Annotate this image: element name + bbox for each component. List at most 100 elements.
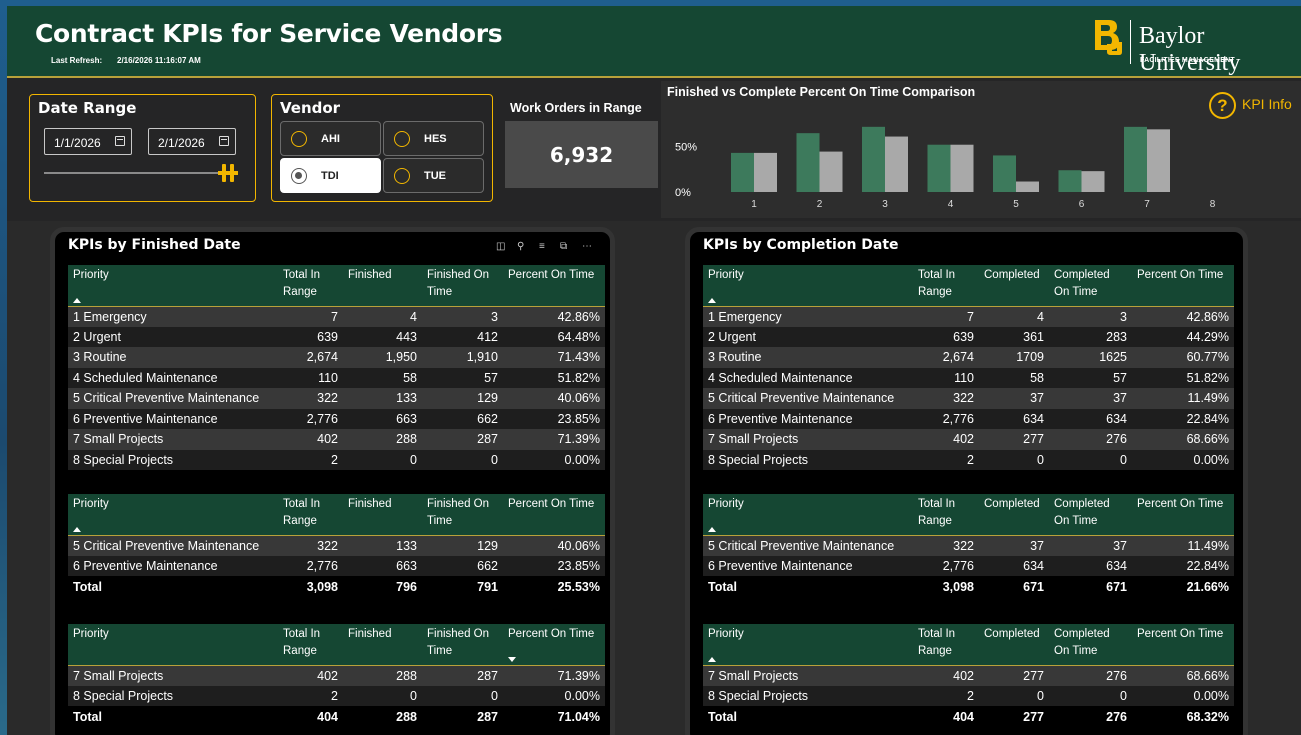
vendor-option-tue[interactable]: TUE [383, 158, 484, 193]
vendor-option-ahi[interactable]: AHI [280, 121, 381, 156]
table-row[interactable]: 5 Critical Preventive Maintenance 322 37 37… [703, 535, 1234, 556]
table-row[interactable]: 7 Small Projects 402 288 287 71.39% [68, 665, 605, 686]
vendor-option-label: AHI [321, 133, 340, 145]
table-row[interactable]: 6 Preventive Maintenance 2,776 634 634 22.84… [703, 555, 1234, 576]
calendar-icon[interactable] [115, 136, 125, 146]
column-header[interactable]: Total In Range [278, 494, 343, 536]
column-header[interactable]: Priority [68, 265, 278, 307]
sort-ascending-icon[interactable] [708, 526, 716, 532]
sort-ascending-icon[interactable] [708, 656, 716, 662]
table-row[interactable]: 3 Routine 2,674 1,950 1,910 71.43% [68, 347, 605, 368]
date-slider-track[interactable] [44, 172, 236, 174]
column-header[interactable]: Total In Range [278, 265, 343, 307]
filter-icon[interactable]: ≡ [539, 241, 545, 252]
column-header[interactable]: Total In Range [913, 494, 979, 536]
column-header[interactable]: Priority [68, 624, 278, 666]
table-row[interactable]: 8 Special Projects 2 0 0 0.00% [703, 685, 1234, 706]
column-header[interactable]: Percent On Time [503, 624, 605, 666]
priority-cell: 3 Routine [68, 347, 278, 368]
value-cell: 0.00% [503, 685, 605, 706]
table-row[interactable]: 4 Scheduled Maintenance 110 58 57 51.82% [703, 367, 1234, 388]
sort-ascending-icon[interactable] [73, 297, 81, 303]
column-header[interactable]: Completed On Time [1049, 494, 1132, 536]
value-cell: 412 [422, 326, 503, 347]
date-slider-handles[interactable] [220, 164, 236, 182]
table-row[interactable]: 6 Preventive Maintenance 2,776 663 662 23.85… [68, 555, 605, 576]
table-row[interactable]: 4 Scheduled Maintenance 110 58 57 51.82% [68, 367, 605, 388]
table-row[interactable]: 8 Special Projects 2 0 0 0.00% [68, 685, 605, 706]
table-row[interactable]: 5 Critical Preventive Maintenance 322 133 1… [68, 535, 605, 556]
column-header[interactable]: Total In Range [278, 624, 343, 666]
column-header[interactable]: Total In Range [913, 265, 979, 307]
priority-cell: 6 Preventive Maintenance [68, 408, 278, 429]
column-header[interactable]: Completed On Time [1049, 265, 1132, 307]
value-cell: 0 [979, 685, 1049, 706]
value-cell: 1709 [979, 347, 1049, 368]
column-header[interactable]: Percent On Time [503, 265, 605, 307]
table-row[interactable]: 6 Preventive Maintenance 2,776 663 662 23.85… [68, 408, 605, 429]
table-row[interactable]: 8 Special Projects 2 0 0 0.00% [68, 449, 605, 470]
column-header[interactable]: Finished [343, 624, 422, 666]
start-date-input[interactable]: 1/1/2026 [44, 128, 132, 155]
value-cell: 288 [343, 665, 422, 686]
sort-descending-icon[interactable] [508, 656, 516, 662]
column-header[interactable]: Finished [343, 265, 422, 307]
column-header[interactable]: Finished On Time [422, 494, 503, 536]
sort-ascending-icon[interactable] [708, 297, 716, 303]
column-header[interactable]: Completed [979, 624, 1049, 666]
question-circle-icon[interactable]: ? [1209, 92, 1236, 119]
refresh-label: Last Refresh: [51, 56, 103, 65]
column-header[interactable]: Percent On Time [1132, 494, 1234, 536]
column-header[interactable]: Priority [703, 494, 913, 536]
comparison-chart[interactable]: Finished vs Complete Percent On Time Com… [661, 81, 1301, 218]
table-row[interactable]: 3 Routine 2,674 1709 1625 60.77% [703, 347, 1234, 368]
table-row[interactable]: 2 Urgent 639 361 283 44.29% [703, 326, 1234, 347]
table-row[interactable]: 1 Emergency 7 4 3 42.86% [703, 306, 1234, 327]
value-cell: 276 [1049, 429, 1132, 450]
slider-end-handle[interactable] [230, 164, 234, 182]
value-cell: 133 [343, 388, 422, 409]
page-title: Contract KPIs for Service Vendors [35, 19, 503, 48]
column-header[interactable]: Finished On Time [422, 265, 503, 307]
bar-series-2-3 [885, 136, 908, 192]
value-cell: 58 [343, 367, 422, 388]
value-cell: 663 [343, 408, 422, 429]
column-header[interactable]: Percent On Time [1132, 624, 1234, 666]
kpi-info-label[interactable]: KPI Info [1242, 96, 1292, 112]
column-header-label: Total In Range [283, 498, 321, 527]
table-row[interactable]: 6 Preventive Maintenance 2,776 634 634 22.84… [703, 408, 1234, 429]
table-row[interactable]: 1 Emergency 7 4 3 42.86% [68, 306, 605, 327]
column-header[interactable]: Completed [979, 265, 1049, 307]
column-header-label: Completed [984, 498, 1040, 510]
vendor-option-tdi[interactable]: TDI [280, 158, 381, 193]
column-header[interactable]: Percent On Time [1132, 265, 1234, 307]
table-row[interactable]: 5 Critical Preventive Maintenance 322 133 1… [68, 388, 605, 409]
calendar-icon[interactable] [219, 136, 229, 146]
total-label: Total [703, 576, 913, 598]
focus-mode-icon[interactable]: ⧉ [560, 241, 567, 252]
column-header[interactable]: Priority [703, 265, 913, 307]
sort-ascending-icon[interactable] [73, 526, 81, 532]
column-header[interactable]: Completed On Time [1049, 624, 1132, 666]
table-row[interactable]: 7 Small Projects 402 288 287 71.39% [68, 429, 605, 450]
vendor-option-hes[interactable]: HES [383, 121, 484, 156]
table-row[interactable]: 7 Small Projects 402 277 276 68.66% [703, 665, 1234, 686]
column-header[interactable]: Priority [68, 494, 278, 536]
value-cell: 2 [278, 685, 343, 706]
column-header[interactable]: Percent On Time [503, 494, 605, 536]
slider-start-handle[interactable] [222, 164, 226, 182]
table-row[interactable]: 2 Urgent 639 443 412 64.48% [68, 326, 605, 347]
end-date-input[interactable]: 2/1/2026 [148, 128, 236, 155]
column-header[interactable]: Priority [703, 624, 913, 666]
column-header[interactable]: Completed [979, 494, 1049, 536]
copy-icon[interactable]: ◫ [496, 241, 505, 252]
value-cell: 2,776 [913, 555, 979, 576]
table-row[interactable]: 5 Critical Preventive Maintenance 322 37 37… [703, 388, 1234, 409]
table-row[interactable]: 7 Small Projects 402 277 276 68.66% [703, 429, 1234, 450]
column-header[interactable]: Total In Range [913, 624, 979, 666]
pin-icon[interactable]: ⚲ [517, 241, 524, 252]
table-row[interactable]: 8 Special Projects 2 0 0 0.00% [703, 449, 1234, 470]
more-options-icon[interactable]: ⋯ [582, 241, 592, 252]
column-header[interactable]: Finished [343, 494, 422, 536]
column-header[interactable]: Finished On Time [422, 624, 503, 666]
